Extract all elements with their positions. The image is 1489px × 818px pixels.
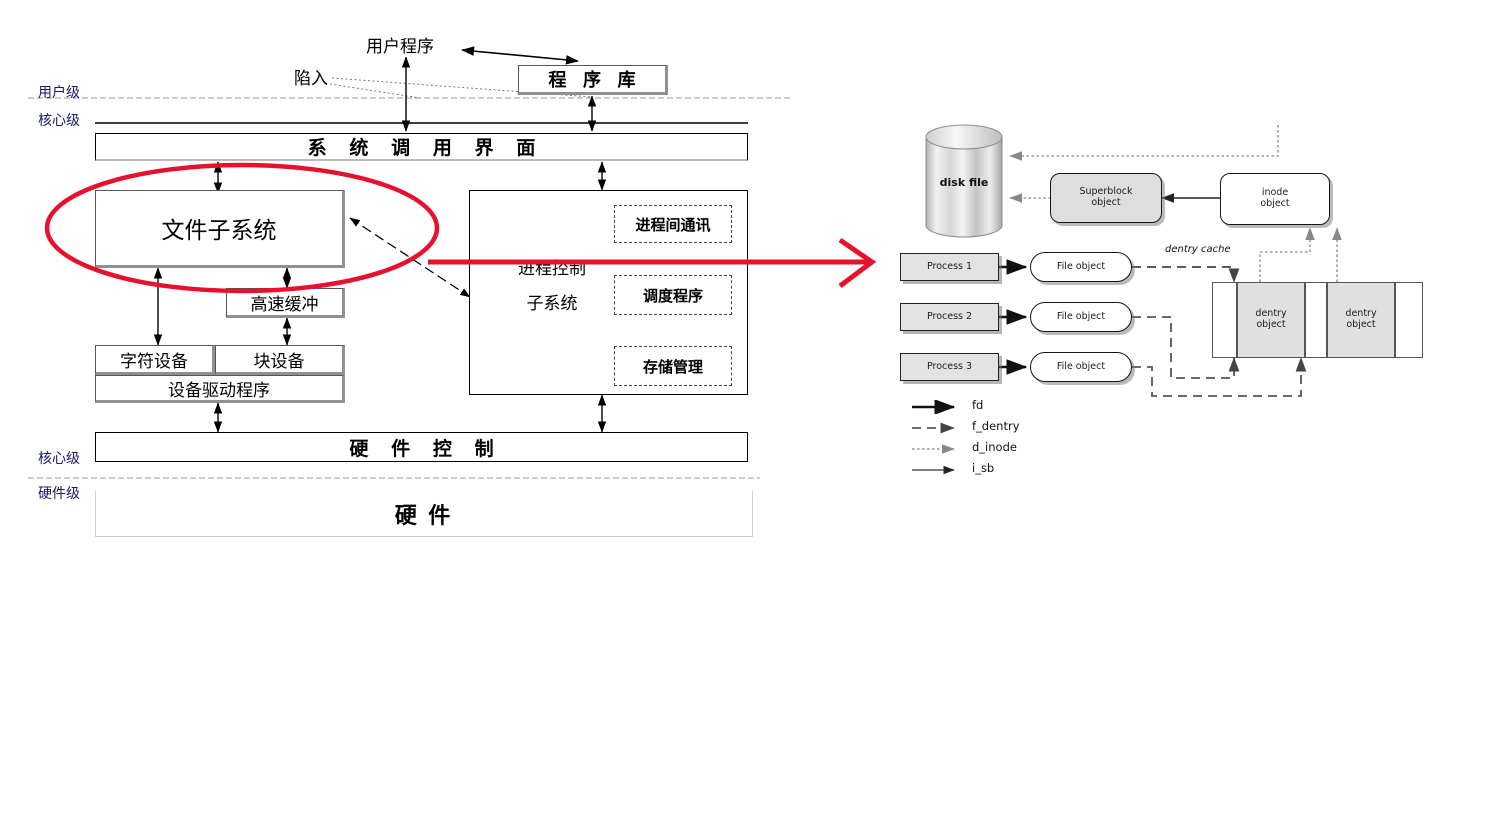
red-transition-arrow: [428, 237, 877, 288]
process-label-2: Process 2: [926, 310, 973, 322]
file-object-label-2: File object: [1056, 310, 1106, 322]
file-object-3: File object: [1030, 352, 1132, 382]
box-hardware: 硬 件: [95, 491, 753, 537]
dentry-cache-slot-empty-2: [1305, 282, 1327, 358]
box-program-library: 程 序 库: [518, 65, 668, 95]
level-label-kernel-bottom: 核心级: [38, 452, 80, 467]
superblock-object: Superblock object: [1050, 173, 1162, 223]
superblock-object-line2: object: [1091, 197, 1121, 208]
legend-row-f-dentry: f_dentry: [910, 417, 1140, 438]
box-memory-management: 存储管理: [614, 346, 732, 386]
right-diagram-vfs-objects: disk file Superblock object inode object…: [890, 110, 1470, 500]
file-object-2: File object: [1030, 302, 1132, 332]
dentry-cache-caption: dentry cache: [1165, 244, 1231, 255]
label-user-program: 用户程序: [366, 32, 434, 57]
process-box-1: Process 1: [900, 253, 999, 281]
legend-icon-dotted-arrow: [912, 444, 955, 454]
dentry-cache-table: dentry object dentry object: [1212, 282, 1423, 358]
process-box-2: Process 2: [900, 303, 999, 331]
legend-row-d-inode: d_inode: [910, 438, 1140, 459]
inode-object: inode object: [1220, 173, 1330, 225]
disk-file-label: disk file: [939, 176, 989, 189]
box-syscall-interface: 系 统 调 用 界 面: [95, 133, 748, 161]
file-object-1: File object: [1030, 252, 1132, 282]
file-object-label-1: File object: [1056, 260, 1106, 272]
dentry-cache-slot-empty-3: [1395, 282, 1423, 358]
process-label-3: Process 3: [926, 360, 973, 372]
legend-icon-solid-thin-arrow: [912, 465, 955, 475]
legend-icon-dashed-arrow: [912, 422, 955, 434]
box-device-driver: 设备驱动程序: [95, 375, 345, 403]
legend-label-fd: fd: [972, 398, 984, 412]
legend-label-f-dentry: f_dentry: [972, 419, 1020, 433]
box-buffer-cache: 高速缓冲: [226, 288, 345, 318]
box-hardware-control: 硬 件 控 制: [95, 432, 748, 461]
legend-icon-solid-thick-arrow: [912, 400, 956, 414]
box-block-device: 块设备: [215, 345, 345, 375]
legend-row-i-sb: i_sb: [910, 459, 1140, 480]
diagram-canvas: 用户级 核心级 核心级 硬件级 用户程序 陷入 程 序 库 系 统 调 用 界 …: [0, 0, 1489, 818]
dentry-object-2-line2: object: [1346, 319, 1376, 330]
legend-row-fd: fd: [910, 396, 1140, 417]
dentry-object-cell-1: dentry object: [1237, 282, 1305, 358]
process-label-1: Process 1: [926, 260, 973, 272]
legend-label-d-inode: d_inode: [972, 440, 1017, 454]
level-label-user: 用户级: [38, 86, 80, 101]
level-label-hardware: 硬件级: [38, 487, 80, 502]
process-box-3: Process 3: [900, 353, 999, 381]
label-trap: 陷入: [294, 64, 328, 89]
level-label-kernel-top: 核心级: [38, 114, 80, 129]
vfs-legend: fd f_dentry d_inode i_sb: [910, 396, 1140, 480]
box-file-subsystem: 文件子系统: [95, 190, 345, 268]
dentry-object-1-line2: object: [1256, 319, 1286, 330]
box-char-device: 字符设备: [95, 345, 215, 375]
file-object-label-3: File object: [1056, 360, 1106, 372]
dentry-object-cell-2: dentry object: [1327, 282, 1395, 358]
dentry-cache-slot-empty-1: [1212, 282, 1237, 358]
legend-label-i-sb: i_sb: [972, 461, 995, 475]
inode-object-line2: object: [1260, 198, 1290, 209]
